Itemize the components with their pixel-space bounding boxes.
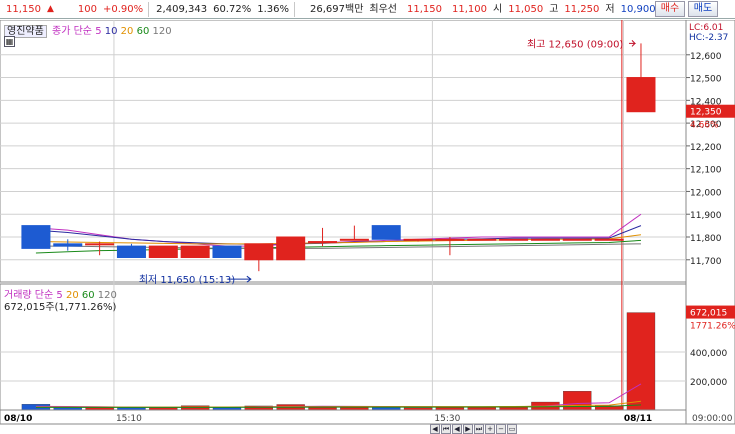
high-label: 고	[549, 3, 559, 15]
current-price-tag-text: 12,350	[690, 108, 722, 118]
volume-tick-label: 400,000	[690, 349, 727, 359]
price-tick-label: 12,600	[690, 52, 722, 62]
scroll-left-icon[interactable]: ◀	[430, 424, 440, 434]
ma-period-60: 60	[136, 26, 150, 37]
lc-label: LC:6.01	[689, 23, 723, 33]
quote-bar: 11,150 ▲ 100 +0.90% 2,409,343 60.72% 1.3…	[0, 0, 735, 19]
ma-period-10: 10	[104, 26, 118, 37]
candle-body	[148, 245, 178, 259]
candle-body	[562, 238, 592, 241]
open-label: 시	[493, 3, 503, 15]
ma-period-20: 20	[120, 26, 134, 37]
zoom-in-icon[interactable]: +	[485, 424, 495, 434]
hc-label: HC:-2.37	[689, 33, 728, 43]
ma-period-120: 120	[152, 26, 172, 37]
up-arrow-icon: ▲	[47, 3, 54, 14]
candle-body	[435, 238, 465, 241]
zoom-reset-icon[interactable]: ▭	[507, 424, 517, 434]
candle-body	[212, 245, 242, 259]
price-tick-label: 11,800	[690, 234, 722, 244]
min-price-annotation: 최저 11,650 (15:13)	[139, 274, 235, 286]
candle-body	[180, 245, 210, 259]
price-tick-label: 11,700	[690, 257, 722, 267]
volume-ratio: 60.72%	[213, 3, 252, 15]
time-axis-panel	[0, 409, 687, 425]
price-tick-label: 12,000	[690, 188, 722, 198]
ma-period-5: 5	[95, 26, 102, 37]
high-price: 11,250	[564, 3, 600, 15]
best-ask-price: 11,150	[407, 3, 442, 15]
time-tick-label: 09:00:00	[692, 414, 733, 424]
grid-toggle-icon[interactable]: ▦	[4, 36, 15, 47]
time-tick-label: 08/11	[624, 414, 652, 424]
turnover-rate: 1.36%	[257, 3, 289, 15]
scroll-last-icon[interactable]: ⏭	[474, 424, 484, 434]
low-price: 10,900	[620, 3, 656, 15]
candle-body	[116, 245, 146, 259]
buy-button[interactable]: 매수	[655, 1, 685, 17]
time-tick-label: 08/10	[4, 414, 32, 424]
candle-body	[530, 238, 560, 241]
volume-summary: 672,015주(1,771.26%)	[4, 302, 117, 313]
candle-body	[53, 243, 83, 247]
scroll-first-icon[interactable]: ⏮	[441, 424, 451, 434]
volume-tick-label: 200,000	[690, 378, 727, 388]
price-change: 100	[77, 3, 98, 15]
sell-button[interactable]: 매도	[688, 1, 718, 17]
scroll-prev-icon[interactable]: ◀	[452, 424, 462, 434]
candle-body	[499, 238, 529, 241]
chart-scroll-controls: ◀ ⏮ ◀ ▶ ⏭ + − ▭	[430, 424, 517, 434]
best-quote-label: 최우선	[369, 3, 397, 15]
scroll-next-icon[interactable]: ▶	[463, 424, 473, 434]
time-tick-label: 15:10	[116, 414, 142, 424]
candle-body	[339, 238, 369, 241]
volume-value: 2,409,343	[156, 3, 208, 15]
time-tick-label: 15:30	[434, 414, 460, 424]
price-tick-label: 12,500	[690, 75, 722, 85]
price-tick-label: 11,900	[690, 211, 722, 221]
low-label: 저	[605, 3, 615, 15]
candle-body	[244, 243, 274, 261]
chart-area: 11,700 11,800 11,900 12,000 12,100 12,200 12,3…	[0, 19, 735, 434]
volume-bar	[563, 390, 592, 411]
volume-bar	[626, 312, 656, 411]
candle-body	[467, 238, 497, 241]
current-volume-pct: 1771.26%	[690, 322, 735, 332]
candle-body	[403, 238, 433, 241]
zoom-out-icon[interactable]: −	[496, 424, 506, 434]
current-price: 11,150	[6, 3, 41, 15]
change-percent: +0.90%	[103, 3, 144, 15]
price-tick-label: 12,200	[690, 143, 722, 153]
price-tick-label: 12,100	[690, 166, 722, 176]
stock-chart: 11,700 11,800 11,900 12,000 12,100 12,200 12,3…	[0, 19, 735, 425]
current-volume-tag-text: 672,015	[690, 309, 727, 319]
price-ma-type: 단순	[73, 26, 92, 37]
candle-body	[594, 238, 624, 241]
candle-body	[21, 225, 51, 249]
max-price-annotation: 최고 12,650 (09:00)	[527, 38, 623, 50]
price-indicator-label: 종가	[52, 26, 71, 37]
open-price: 11,050	[508, 3, 544, 15]
trade-amount: 26,697백만	[310, 3, 364, 15]
best-bid-price: 11,100	[452, 3, 487, 15]
candle-body	[308, 241, 338, 244]
candle-body	[276, 236, 306, 261]
candle-body	[371, 225, 401, 240]
price-legend: 영진약품 종가 단순 5 10 20 60 120	[4, 22, 172, 38]
candle-body	[626, 77, 656, 113]
current-price-pct: 4.66%	[690, 121, 719, 131]
candle-body	[85, 243, 115, 246]
